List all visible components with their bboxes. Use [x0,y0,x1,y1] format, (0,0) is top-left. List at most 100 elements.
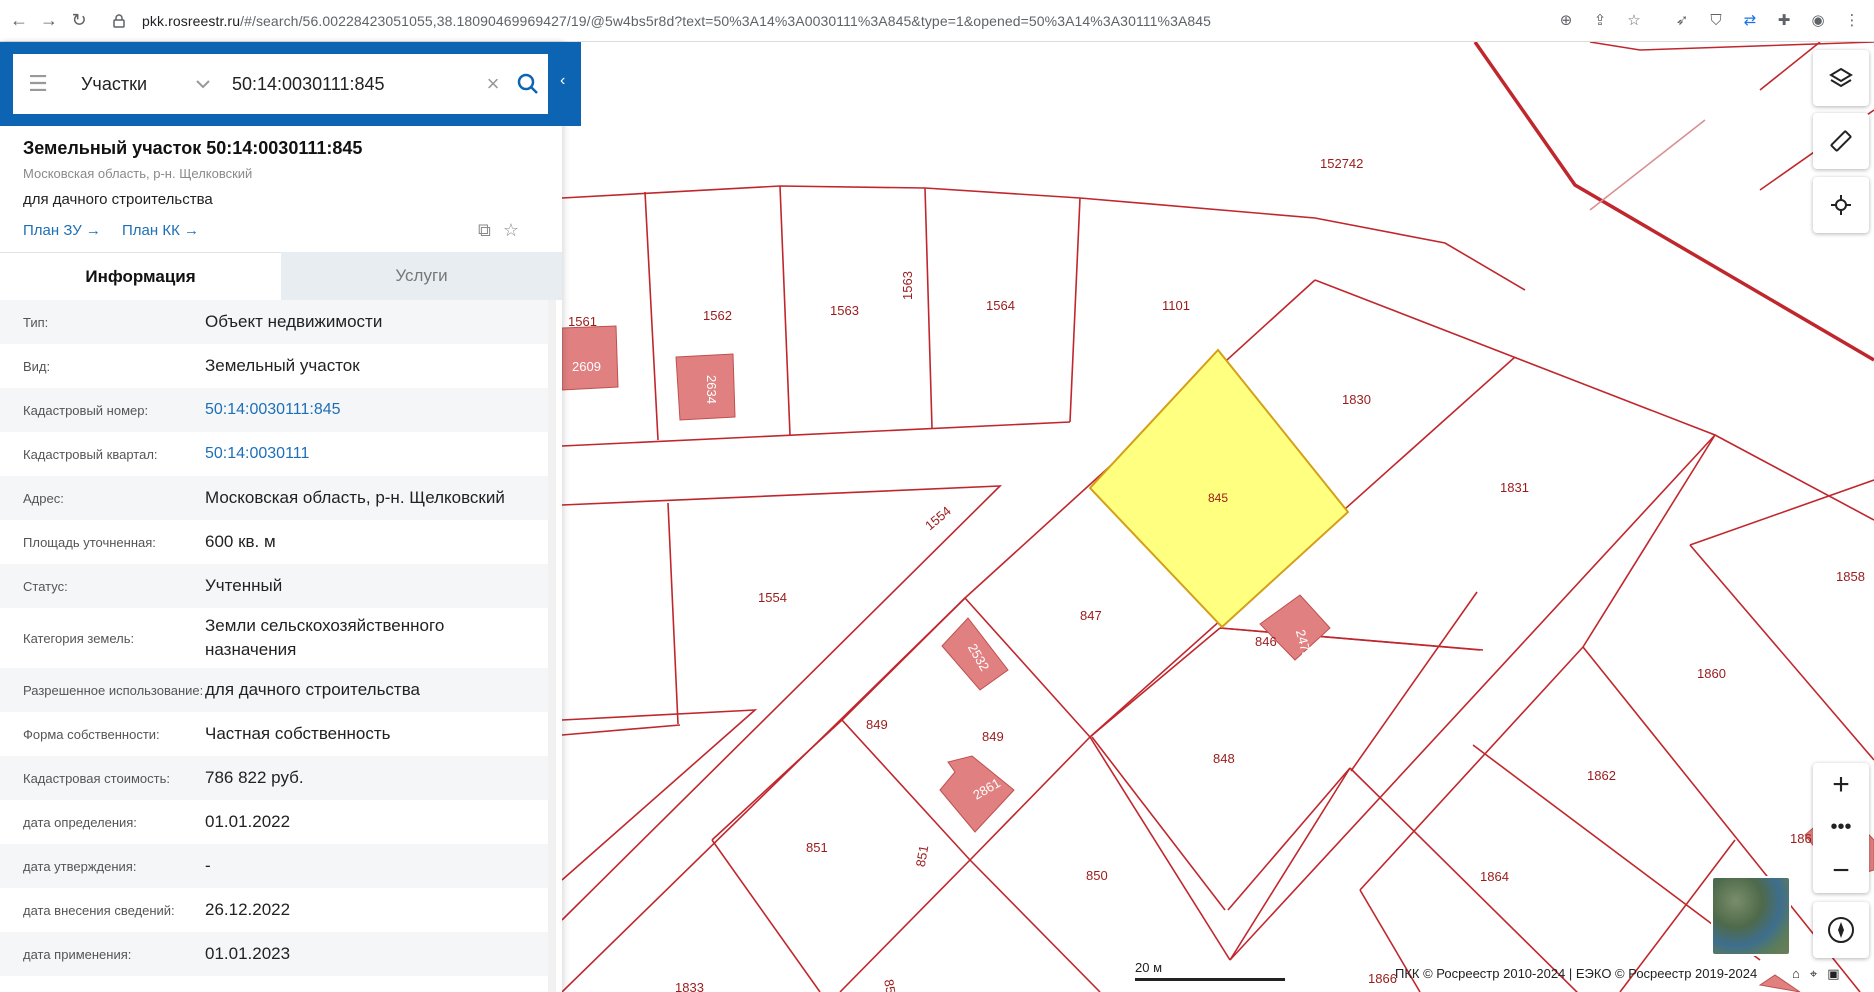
parcel-label: 1554 [758,590,787,605]
parcel-label: 1864 [1480,869,1509,884]
target-icon[interactable]: ⌖ [1810,966,1817,982]
info-value: Учтенный [205,576,283,595]
info-value: 01.01.2023 [205,944,291,963]
share-icon[interactable]: ⇪ [1586,6,1614,34]
object-region: Московская область, р-н. Щелковский [23,166,253,181]
info-value: 786 822 руб. [205,768,304,787]
parcel-label: 1101 [1162,298,1190,313]
shield-extension-icon[interactable]: ⛉ [1702,6,1730,34]
search-type-select[interactable]: Участки [81,74,196,95]
info-value: Частная собственность [205,724,391,743]
collapse-panel-icon[interactable]: ‹ [560,72,565,90]
info-key: Категория земель: [23,630,135,646]
info-key: Вид: [23,358,51,374]
info-value: Земельный участок [205,356,360,375]
info-value: - [205,856,211,875]
info-key: Адрес: [23,490,64,506]
panel-tabs: Информация Услуги [0,252,562,300]
info-key: Форма собственности: [23,726,160,742]
parcel-label: 152742 [1320,156,1363,171]
locate-button[interactable] [1813,177,1869,233]
parcel-label: 2634 [704,375,719,404]
rocket-extension-icon[interactable]: ➶ [1668,6,1696,34]
info-value: 600 кв. м [205,532,276,551]
search-input[interactable]: 50:14:0030111:845 [232,74,478,95]
home-icon[interactable]: ⌂ [1792,966,1800,982]
scale-label: 20 м [1135,960,1163,975]
plan-zu-link[interactable]: План ЗУ → [23,222,101,239]
info-key: Кадастровая стоимость: [23,770,170,786]
crosshair-icon [1831,195,1851,215]
zoom-in-button[interactable]: + [1813,763,1869,806]
menu-icon[interactable]: ☰ [13,71,63,97]
info-row: Кадастровая стоимость: 786 822 руб. [0,756,548,800]
map-screen-icon[interactable]: ▣ [1827,966,1839,982]
info-value: для дачного строительства [205,680,421,699]
zoom-icon[interactable]: ⊕ [1552,6,1580,34]
parcel-label: 1862 [1587,768,1616,783]
info-row: дата определения: 01.01.2022 [0,800,548,844]
info-row: Категория земель: Земли сельскохозяйствен… [0,608,548,668]
panel-scrollbar[interactable] [548,300,556,992]
zoom-controls: + ••• − [1813,763,1869,893]
profile-icon[interactable]: ◉ [1804,6,1832,34]
parcel-label: 1833 [675,980,704,992]
parcel-label: 1561 [568,314,597,329]
info-row: Вид: Земельный участок [0,344,548,388]
parcel-label: 845 [1208,491,1228,505]
info-row: Адрес: Московская область, р-н. Щелковски… [0,476,548,520]
address-bar[interactable]: pkk.rosreestr.ru/#/search/56.00228423051… [142,13,1211,29]
info-key: Статус: [23,578,68,594]
selected-parcel-845 [1088,348,1350,629]
parcel-label: 849 [866,717,888,732]
info-row: дата утверждения: - [0,844,548,888]
tab-info[interactable]: Информация [0,252,281,300]
parcel-label: 849 [982,729,1004,744]
clear-icon[interactable]: × [478,71,508,97]
compass-button[interactable] [1813,902,1869,958]
parcel-label: 850 [1086,868,1108,883]
url-host: pkk.rosreestr.ru [142,12,241,29]
plan-kk-link[interactable]: План КК → [122,222,199,239]
parcel-label: 1831 [1500,480,1529,495]
layers-icon [1829,67,1853,88]
cadastral-quarter-link[interactable]: 50:14:0030111 [205,442,548,466]
zoom-more-button[interactable]: ••• [1813,806,1869,849]
layers-button[interactable] [1813,50,1869,106]
scale-bar [1135,978,1285,981]
parcel-label: 851 [913,844,932,868]
forward-arrow-icon[interactable]: → [34,6,64,36]
chevron-down-icon[interactable] [196,76,224,92]
reload-icon[interactable]: ↻ [64,6,94,36]
search-icon[interactable] [508,73,548,95]
parcel-label: 1858 [1836,569,1865,584]
parcel-label: 851 [806,840,828,855]
search-bar: ☰ Участки 50:14:0030111:845 × ‹ [0,42,581,126]
translate-extension-icon[interactable]: ⇄ [1736,6,1764,34]
bookmark-star-icon[interactable]: ☆ [1620,6,1648,34]
info-key: дата внесения сведений: [23,902,175,918]
zoom-out-button[interactable]: − [1813,849,1869,892]
info-key: Тип: [23,314,49,330]
favorite-star-icon[interactable]: ☆ [503,220,519,241]
cadastral-number-link[interactable]: 50:14:0030111:845 [205,398,548,422]
site-info-icon[interactable] [104,6,134,36]
info-row: Кадастровый номер: 50:14:0030111:845 [0,388,548,432]
compass-icon [1828,917,1854,943]
info-row: Кадастровый квартал: 50:14:0030111 [0,432,548,476]
menu-dots-icon[interactable]: ⋮ [1838,6,1866,34]
info-row: Разрешенное использование: для дачного ст… [0,668,548,712]
info-key: дата применения: [23,946,132,962]
ruler-button[interactable] [1813,113,1869,169]
parcel-label: 1563 [900,271,915,300]
back-arrow-icon[interactable]: ← [4,6,34,36]
parcel-label: 1830 [1342,392,1371,407]
parcel-label: 846 [1255,634,1277,649]
basemap-switcher[interactable] [1711,876,1791,956]
extensions-puzzle-icon[interactable]: ✚ [1770,6,1798,34]
info-row: Форма собственности: Частная собственност… [0,712,548,756]
search-document-icon[interactable]: ⧉ [478,220,491,241]
info-value: 01.01.2022 [205,812,291,831]
info-row: дата применения: 01.01.2023 [0,932,548,976]
tab-services[interactable]: Услуги [281,252,562,300]
